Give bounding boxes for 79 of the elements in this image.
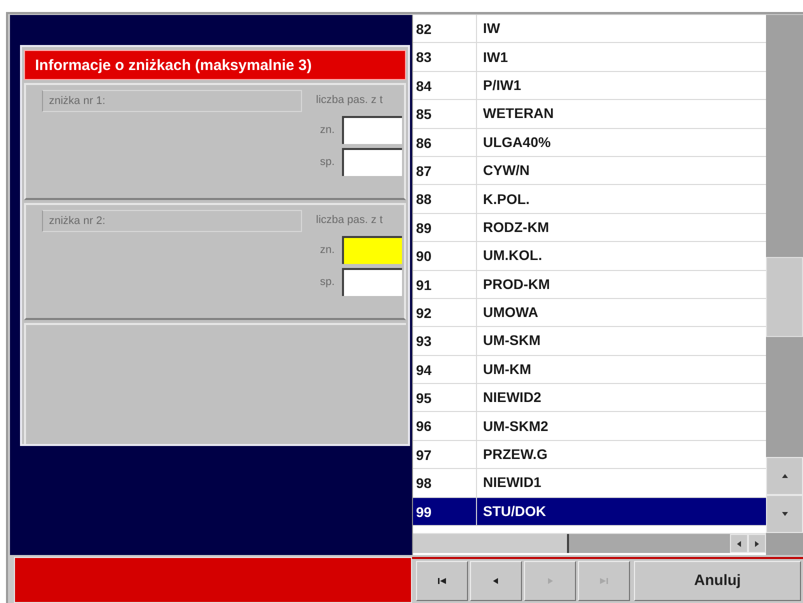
scrollbar-thumb[interactable] xyxy=(413,534,569,554)
input-field[interactable] xyxy=(342,236,402,264)
list-row[interactable]: 88 K.POL. xyxy=(413,185,766,214)
navigation-button[interactable] xyxy=(470,561,522,601)
row-number: 91 xyxy=(413,270,477,298)
row-name: CYW/N xyxy=(482,161,530,180)
row-name: PROD-KM xyxy=(482,274,550,294)
row-number: 90 xyxy=(413,242,477,270)
row-name: K.POL. xyxy=(482,190,530,209)
row-number: 85 xyxy=(413,100,477,128)
row-number: 86 xyxy=(413,128,477,156)
row-number: 93 xyxy=(413,327,477,355)
row-number: 82 xyxy=(413,15,477,42)
count-label: liczba pas. z t xyxy=(316,93,384,108)
arrow-right-icon xyxy=(755,540,759,547)
list-row[interactable]: 92 UMOWA xyxy=(413,298,766,328)
row-name: UM-KM xyxy=(482,360,532,379)
list-row[interactable]: 93 UM-SKM xyxy=(413,327,766,356)
row-name: UM-SKM2 xyxy=(482,416,548,436)
row-number: 92 xyxy=(413,298,477,326)
row-number: 87 xyxy=(413,156,477,184)
row-number: 88 xyxy=(413,185,477,213)
row-name: UMOWA xyxy=(482,303,538,322)
list-row[interactable]: 97 PRZEW.G xyxy=(413,440,766,470)
list-row[interactable]: 94 UM-KM xyxy=(413,356,766,384)
row-name: P/IW1 xyxy=(482,76,522,95)
row-number: 96 xyxy=(413,412,477,440)
row-name: PRZEW.G xyxy=(482,445,548,464)
list-row[interactable]: 90 UM.KOL. xyxy=(413,242,766,271)
row-name: WETERAN xyxy=(482,104,554,124)
form-title: Informacje o zniżkach (maksymalnie 3) xyxy=(24,50,406,80)
arrow-up-icon xyxy=(782,474,788,478)
row-number: 98 xyxy=(413,469,477,497)
row-name: NIEWID1 xyxy=(482,473,542,492)
list-row[interactable]: 99 STU/DOK xyxy=(413,498,766,526)
row-number: 84 xyxy=(413,72,477,100)
discount-label: zniżka nr 1: xyxy=(42,90,302,112)
list-row[interactable]: 96 UM-SKM2 xyxy=(413,412,766,441)
navigation-button[interactable] xyxy=(416,561,468,601)
cancel-button[interactable]: Anuluj xyxy=(634,561,801,601)
row-number: 97 xyxy=(413,440,477,468)
list-row[interactable]: 89 RODZ-KM xyxy=(413,214,766,242)
navigation-button[interactable] xyxy=(578,561,630,601)
row-number: 99 xyxy=(413,498,477,526)
row-name: IW1 xyxy=(482,48,508,67)
arrow-left-icon xyxy=(737,540,741,547)
row-name: RODZ-KM xyxy=(482,218,550,237)
row-number: 89 xyxy=(413,214,477,242)
arrow-down-icon xyxy=(782,512,788,516)
list-row[interactable]: 91 PROD-KM xyxy=(413,270,766,299)
row-name: IW xyxy=(482,19,500,38)
row-number: 83 xyxy=(413,43,477,71)
row-name: NIEWID2 xyxy=(482,388,542,408)
field-label: zn. xyxy=(319,122,336,138)
input-field[interactable] xyxy=(342,268,402,296)
scroll-left-button[interactable] xyxy=(730,534,748,554)
list-row[interactable]: 86 ULGA40% xyxy=(413,128,766,157)
scroll-right-button[interactable] xyxy=(748,534,766,554)
list-row[interactable]: 87 CYW/N xyxy=(413,156,766,186)
input-field[interactable] xyxy=(342,116,402,144)
row-name: STU/DOK xyxy=(482,502,546,521)
list-row[interactable]: 82 IW xyxy=(413,15,766,44)
input-field[interactable] xyxy=(342,148,402,176)
navigation-button[interactable] xyxy=(524,561,576,601)
horizontal-scrollbar[interactable] xyxy=(413,533,766,554)
list-row[interactable]: 83 IW1 xyxy=(413,43,766,72)
count-label: liczba pas. z t xyxy=(316,213,384,228)
row-number: 95 xyxy=(413,384,477,412)
field-label: sp. xyxy=(319,274,336,290)
discount-label: zniżka nr 2: xyxy=(42,210,302,232)
field-label: zn. xyxy=(319,242,336,258)
row-number: 94 xyxy=(413,356,477,384)
list-row[interactable]: 84 P/IW1 xyxy=(413,72,766,100)
row-name: UM.KOL. xyxy=(482,246,542,266)
row-name: UM-SKM xyxy=(482,331,541,350)
list-row[interactable]: 85 WETERAN xyxy=(413,100,766,129)
list-row[interactable]: 95 NIEWID2 xyxy=(413,384,766,412)
field-label: sp. xyxy=(319,154,336,170)
row-name: ULGA40% xyxy=(482,132,551,152)
